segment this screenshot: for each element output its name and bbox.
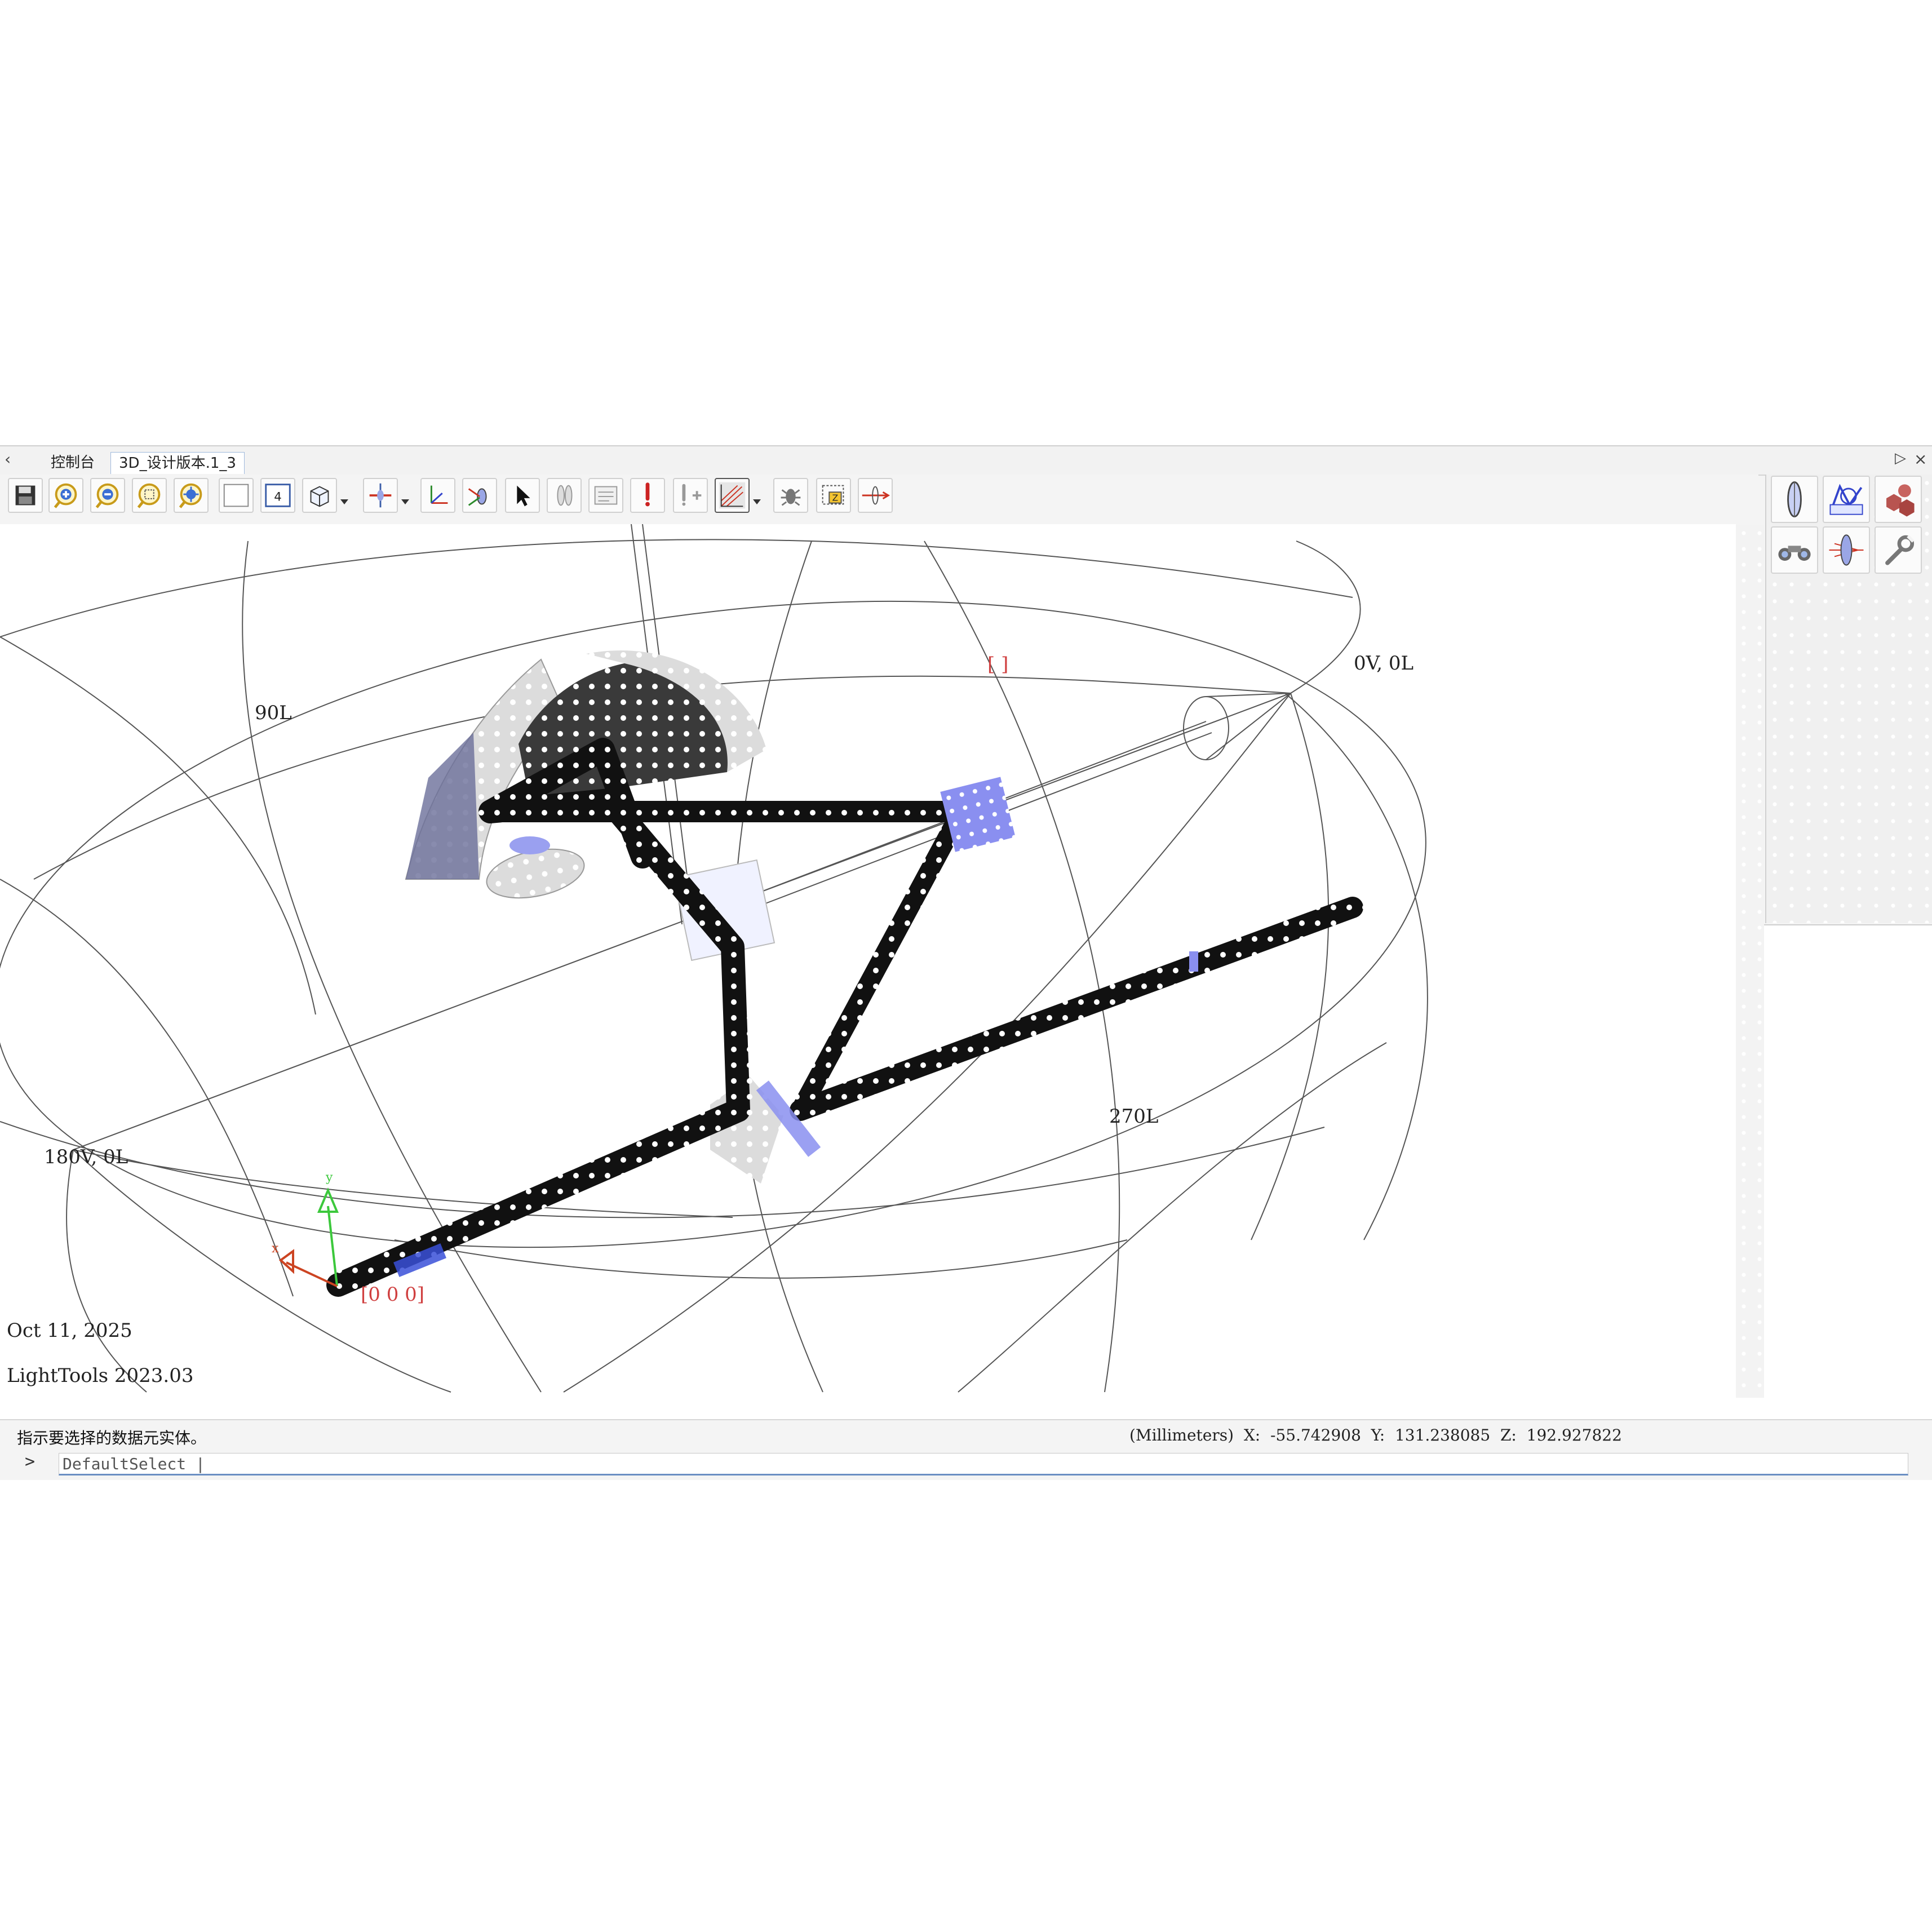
command-input[interactable] — [59, 1453, 1908, 1475]
zoom-window-icon — [137, 483, 161, 508]
lens-icon — [557, 485, 573, 506]
properties-button[interactable] — [588, 478, 623, 513]
illumination-lens-icon — [1829, 534, 1864, 566]
blank-view-icon — [223, 484, 249, 507]
four-view-icon: 4 — [265, 484, 291, 507]
optical-axis-icon — [862, 486, 890, 505]
zoom-window-button[interactable] — [132, 478, 167, 513]
command-line: > — [0, 1448, 1932, 1480]
debug-button[interactable] — [773, 478, 808, 513]
view-dropdown-icon[interactable] — [340, 499, 348, 504]
axis-x-label: x — [272, 1242, 279, 1256]
zoom-extents-button[interactable] — [174, 478, 209, 513]
zoom-out-button[interactable] — [90, 478, 125, 513]
axis-y-label: y — [325, 1171, 333, 1185]
meridian-label-90: 90L — [255, 702, 292, 724]
properties-icon — [594, 486, 618, 505]
view-cube-icon — [310, 486, 329, 507]
plane-dropdown-icon[interactable] — [401, 499, 409, 504]
add-ray-icon — [682, 484, 702, 506]
lens-element-button[interactable] — [1771, 476, 1818, 523]
tools-button[interactable] — [1875, 526, 1922, 574]
sketch-icon — [1829, 484, 1863, 515]
bug-icon — [781, 489, 801, 506]
meridian-label-270: 270L — [1109, 1105, 1158, 1128]
pole-label-left: 180V, 0L — [44, 1146, 128, 1168]
select-arrow-icon — [517, 485, 530, 507]
view-cube-button[interactable] — [302, 478, 337, 513]
add-ray-button[interactable] — [673, 478, 708, 513]
solids-button[interactable] — [1875, 476, 1922, 523]
component-palette — [1765, 475, 1932, 923]
alert-button[interactable] — [630, 478, 665, 513]
pole-label-top: 0V, 0L — [1354, 652, 1413, 675]
ray-trace-button[interactable] — [715, 478, 750, 513]
svg-text:Z: Z — [832, 493, 839, 503]
tab-3d-design[interactable]: 3D_设计版本.1_3 — [110, 452, 245, 474]
tab-scroll-left-icon[interactable]: ‹ — [5, 450, 11, 468]
close-icon[interactable]: × — [1914, 450, 1927, 468]
zoom-z-button[interactable]: Z — [816, 478, 851, 513]
ray-trace-icon — [719, 482, 746, 509]
cursor-coordinates: (Millimeters) X: -55.742908 Y: 131.23808… — [1129, 1426, 1622, 1444]
optical-axis-button[interactable] — [858, 478, 893, 513]
command-prompt: > — [25, 1452, 36, 1472]
plane-icon — [369, 483, 392, 508]
zoom-extents-icon — [179, 483, 202, 508]
tools-icon — [1885, 535, 1915, 565]
save-icon — [15, 485, 36, 506]
illumination-lens-button[interactable] — [1823, 526, 1870, 574]
viewport-scrollbar[interactable] — [1736, 525, 1764, 1398]
lens-button[interactable] — [547, 478, 582, 513]
light-beams — [326, 738, 1363, 1297]
zoom-out-icon — [95, 483, 119, 508]
zoom-in-button[interactable] — [48, 478, 83, 513]
document-tab-bar: ‹ 控制台 3D_设计版本.1_3 ▷ × — [0, 446, 1932, 476]
rotate-button[interactable] — [462, 478, 497, 513]
binoculars-icon — [1778, 546, 1811, 561]
selection-bracket: [ ] — [987, 653, 1008, 676]
date-stamp: Oct 11, 2025 — [7, 1319, 132, 1342]
3d-viewport[interactable]: y x 0V, 0L 180V, 0L 90L 270L [0 0 0] [ ]… — [0, 524, 1736, 1397]
view-toolbar: 4 Z — [0, 475, 1758, 522]
axes-button[interactable] — [420, 478, 455, 513]
blank-view-button[interactable] — [219, 478, 254, 513]
status-message: 指示要选择的数据元实体。 — [17, 1429, 207, 1447]
alert-icon — [645, 482, 650, 507]
plane-button[interactable] — [363, 478, 398, 513]
axes-icon — [430, 485, 448, 504]
origin-label: [0 0 0] — [361, 1283, 424, 1306]
zoom-in-icon — [54, 483, 77, 508]
ray-trace-dropdown-icon[interactable] — [753, 499, 761, 504]
solids-icon — [1886, 484, 1915, 517]
svg-text:4: 4 — [274, 490, 282, 504]
tab-console[interactable]: 控制台 — [43, 452, 103, 473]
tab-scroll-right-icon[interactable]: ▷ — [1895, 450, 1906, 467]
rotate-icon — [468, 488, 487, 506]
zoom-z-icon: Z — [822, 485, 844, 505]
status-bar: 指示要选择的数据元实体。 (Millimeters) X: -55.742908… — [0, 1419, 1932, 1450]
scene-canvas: y x 0V, 0L 180V, 0L 90L 270L [0 0 0] [ ]… — [0, 524, 1428, 1393]
select-button[interactable] — [505, 478, 540, 513]
binoculars-button[interactable] — [1771, 526, 1818, 574]
four-view-button[interactable]: 4 — [260, 478, 295, 513]
product-stamp: LightTools 2023.03 — [7, 1364, 193, 1387]
lens-element-icon — [1787, 481, 1802, 517]
sketch-button[interactable] — [1823, 476, 1870, 523]
save-button[interactable] — [8, 478, 43, 513]
